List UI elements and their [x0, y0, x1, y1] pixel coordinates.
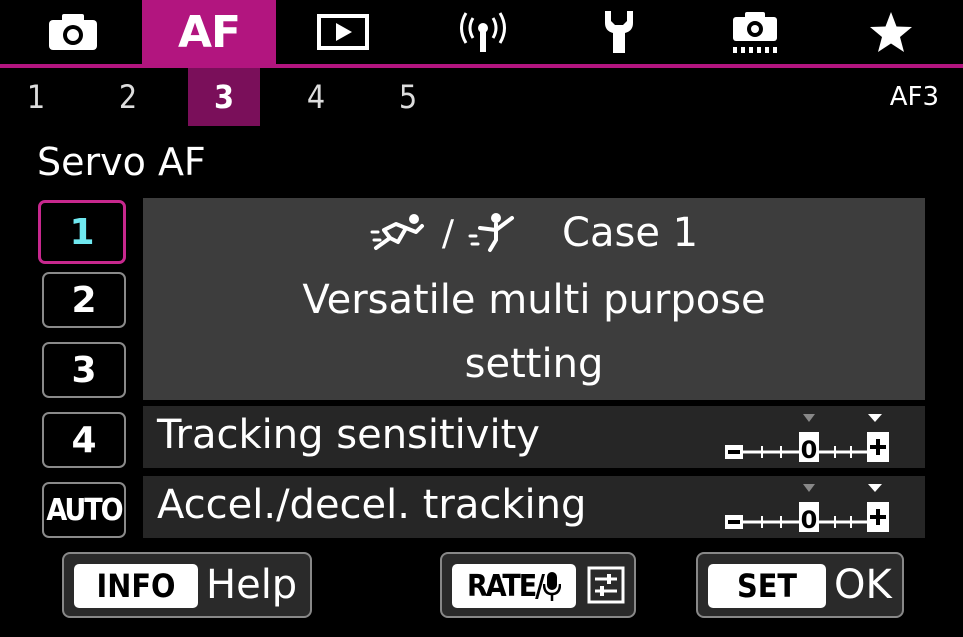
- case-button-auto[interactable]: AUTO: [42, 482, 126, 538]
- info-help-label: Help: [206, 562, 298, 608]
- tab-shooting[interactable]: [22, 0, 124, 64]
- parameter-row-tracking-sensitivity: Tracking sensitivity 0: [143, 406, 925, 468]
- tab-playback[interactable]: [292, 0, 394, 64]
- tab-setup[interactable]: [568, 0, 670, 64]
- skater-icon: [468, 213, 515, 252]
- info-help-button[interactable]: INFO Help: [62, 552, 312, 618]
- default-marker: [803, 484, 815, 492]
- set-ok-button[interactable]: SET OK: [696, 552, 904, 618]
- sub-tab-label: 5: [398, 78, 418, 116]
- sub-tab-5[interactable]: 5: [386, 68, 430, 126]
- sub-tab-label: 3: [213, 78, 235, 116]
- sub-tab-bar: 1 2 3 4 5: [0, 68, 963, 126]
- microphone-icon: [543, 572, 562, 601]
- tab-af-label: AF: [177, 6, 241, 58]
- scale-center-label: 0: [801, 436, 818, 464]
- sub-tab-3[interactable]: 3: [188, 68, 260, 126]
- set-key: SET: [708, 564, 826, 608]
- case-button-3[interactable]: 3: [42, 342, 126, 398]
- menu-tab-bar: AF: [0, 0, 963, 68]
- accel-decel-tracking-scale: 0: [725, 482, 895, 536]
- star-icon: [870, 12, 912, 52]
- custom-camera-icon: [733, 12, 777, 53]
- parameter-row-accel-decel-tracking: Accel./decel. tracking 0: [143, 476, 925, 538]
- case-button-1[interactable]: 1: [38, 200, 126, 264]
- case-name: Case 1: [562, 210, 699, 256]
- playback-icon: [317, 14, 369, 50]
- sub-tab-label: 2: [118, 78, 138, 116]
- tab-wireless[interactable]: [432, 0, 534, 64]
- set-ok-label: OK: [834, 562, 892, 608]
- wireless-icon: [460, 12, 506, 52]
- case-icon-separator: /: [441, 212, 455, 254]
- sub-tab-label: 4: [306, 78, 326, 116]
- current-marker: [868, 414, 882, 422]
- page-title: Servo AF: [37, 140, 206, 184]
- case-description-text: Versatile multi purpose setting: [302, 277, 766, 387]
- default-marker: [803, 414, 815, 422]
- scale-center-label: 0: [801, 506, 818, 534]
- case-button-2[interactable]: 2: [42, 272, 126, 328]
- sub-tab-4[interactable]: 4: [294, 68, 338, 126]
- camera-icon: [49, 14, 97, 50]
- adjust-settings-icon: [587, 566, 625, 604]
- case-description: Versatile multi purpose setting: [143, 268, 925, 396]
- sub-tab-1[interactable]: 1: [14, 68, 58, 126]
- parameter-label: Accel./decel. tracking: [157, 482, 587, 528]
- info-key: INFO: [74, 564, 198, 608]
- tab-custom[interactable]: [704, 0, 806, 64]
- case-description-panel: / Case 1 Versatile multi purpose setting: [143, 198, 925, 400]
- sub-tab-2[interactable]: 2: [106, 68, 150, 126]
- tab-my-menu[interactable]: [840, 0, 942, 64]
- current-marker: [868, 484, 882, 492]
- parameter-label: Tracking sensitivity: [157, 412, 540, 458]
- rate-key: RATE/: [452, 564, 576, 608]
- tab-af[interactable]: AF: [142, 0, 276, 64]
- rate-key-label: RATE/: [466, 568, 545, 604]
- tracking-sensitivity-scale: 0: [725, 412, 895, 466]
- case-button-4[interactable]: 4: [42, 412, 126, 468]
- page-code: AF3: [889, 82, 939, 112]
- rate-voice-memo-button[interactable]: RATE/: [440, 552, 636, 618]
- case-header: / Case 1: [143, 208, 925, 258]
- runner-icon: [370, 214, 424, 250]
- sub-tab-label: 1: [26, 78, 46, 116]
- wrench-icon: [605, 11, 633, 53]
